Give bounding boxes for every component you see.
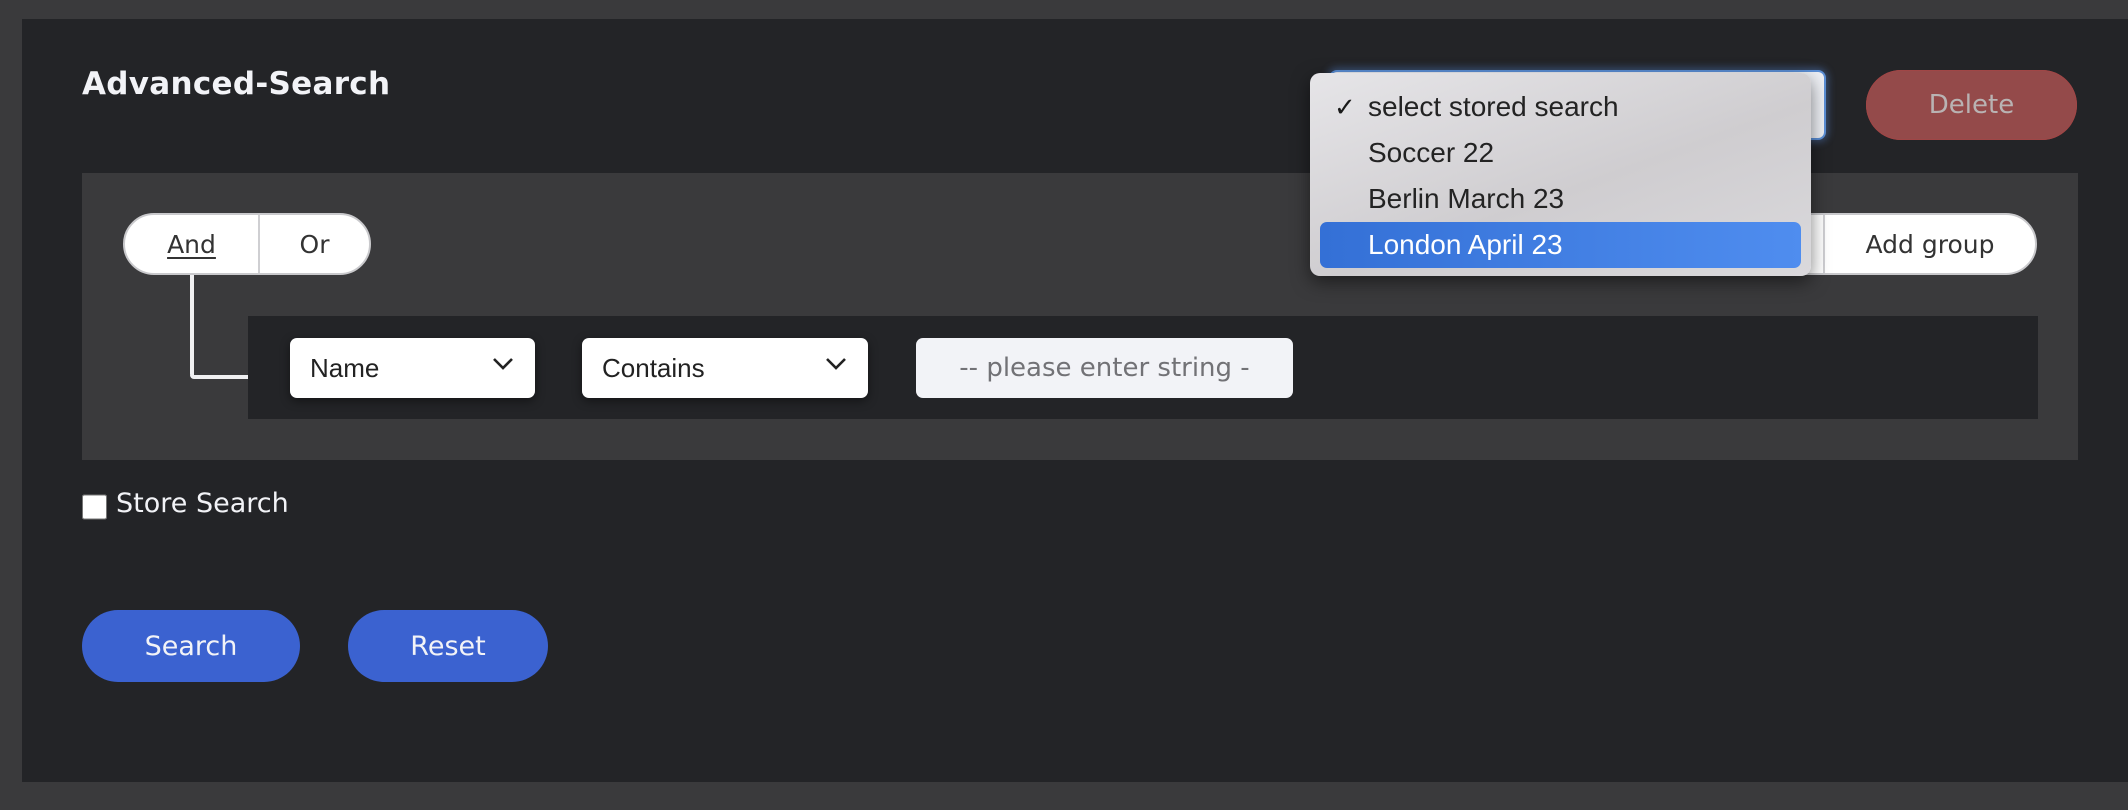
dropdown-option[interactable]: Berlin March 23 xyxy=(1320,176,1801,222)
operator-select[interactable]: Contains xyxy=(582,338,868,398)
stored-search-dropdown-menu: ✓ select stored search Soccer 22 Berlin … xyxy=(1310,73,1811,276)
delete-button[interactable]: Delete xyxy=(1866,70,2077,140)
checkmark-icon: ✓ xyxy=(1334,92,1356,122)
store-search-label[interactable]: Store Search xyxy=(116,488,289,519)
option-label: London April 23 xyxy=(1368,229,1563,260)
field-select[interactable]: Name xyxy=(290,338,535,398)
conjunction-toggle: And Or xyxy=(123,213,371,275)
reset-button[interactable]: Reset xyxy=(348,610,548,682)
chevron-down-icon xyxy=(493,358,513,370)
value-input[interactable] xyxy=(916,338,1293,398)
dropdown-option[interactable]: ✓ select stored search xyxy=(1320,84,1801,130)
option-label: Soccer 22 xyxy=(1368,137,1495,168)
conjunction-or-button[interactable]: Or xyxy=(260,215,369,273)
store-search-checkbox[interactable] xyxy=(82,494,107,520)
tree-connector xyxy=(190,275,194,378)
search-button[interactable]: Search xyxy=(82,610,300,682)
dropdown-option[interactable]: Soccer 22 xyxy=(1320,130,1801,176)
tree-connector xyxy=(190,375,248,379)
field-select-value: Name xyxy=(310,352,380,383)
operator-select-value: Contains xyxy=(602,352,705,383)
add-group-button[interactable]: Add group xyxy=(1825,215,2035,273)
dropdown-option-highlighted[interactable]: London April 23 xyxy=(1320,222,1801,268)
conjunction-and-button[interactable]: And xyxy=(125,215,260,273)
option-label: select stored search xyxy=(1368,91,1619,122)
chevron-down-icon xyxy=(826,358,846,370)
option-label: Berlin March 23 xyxy=(1368,183,1565,214)
page-title: Advanced-Search xyxy=(82,66,391,102)
